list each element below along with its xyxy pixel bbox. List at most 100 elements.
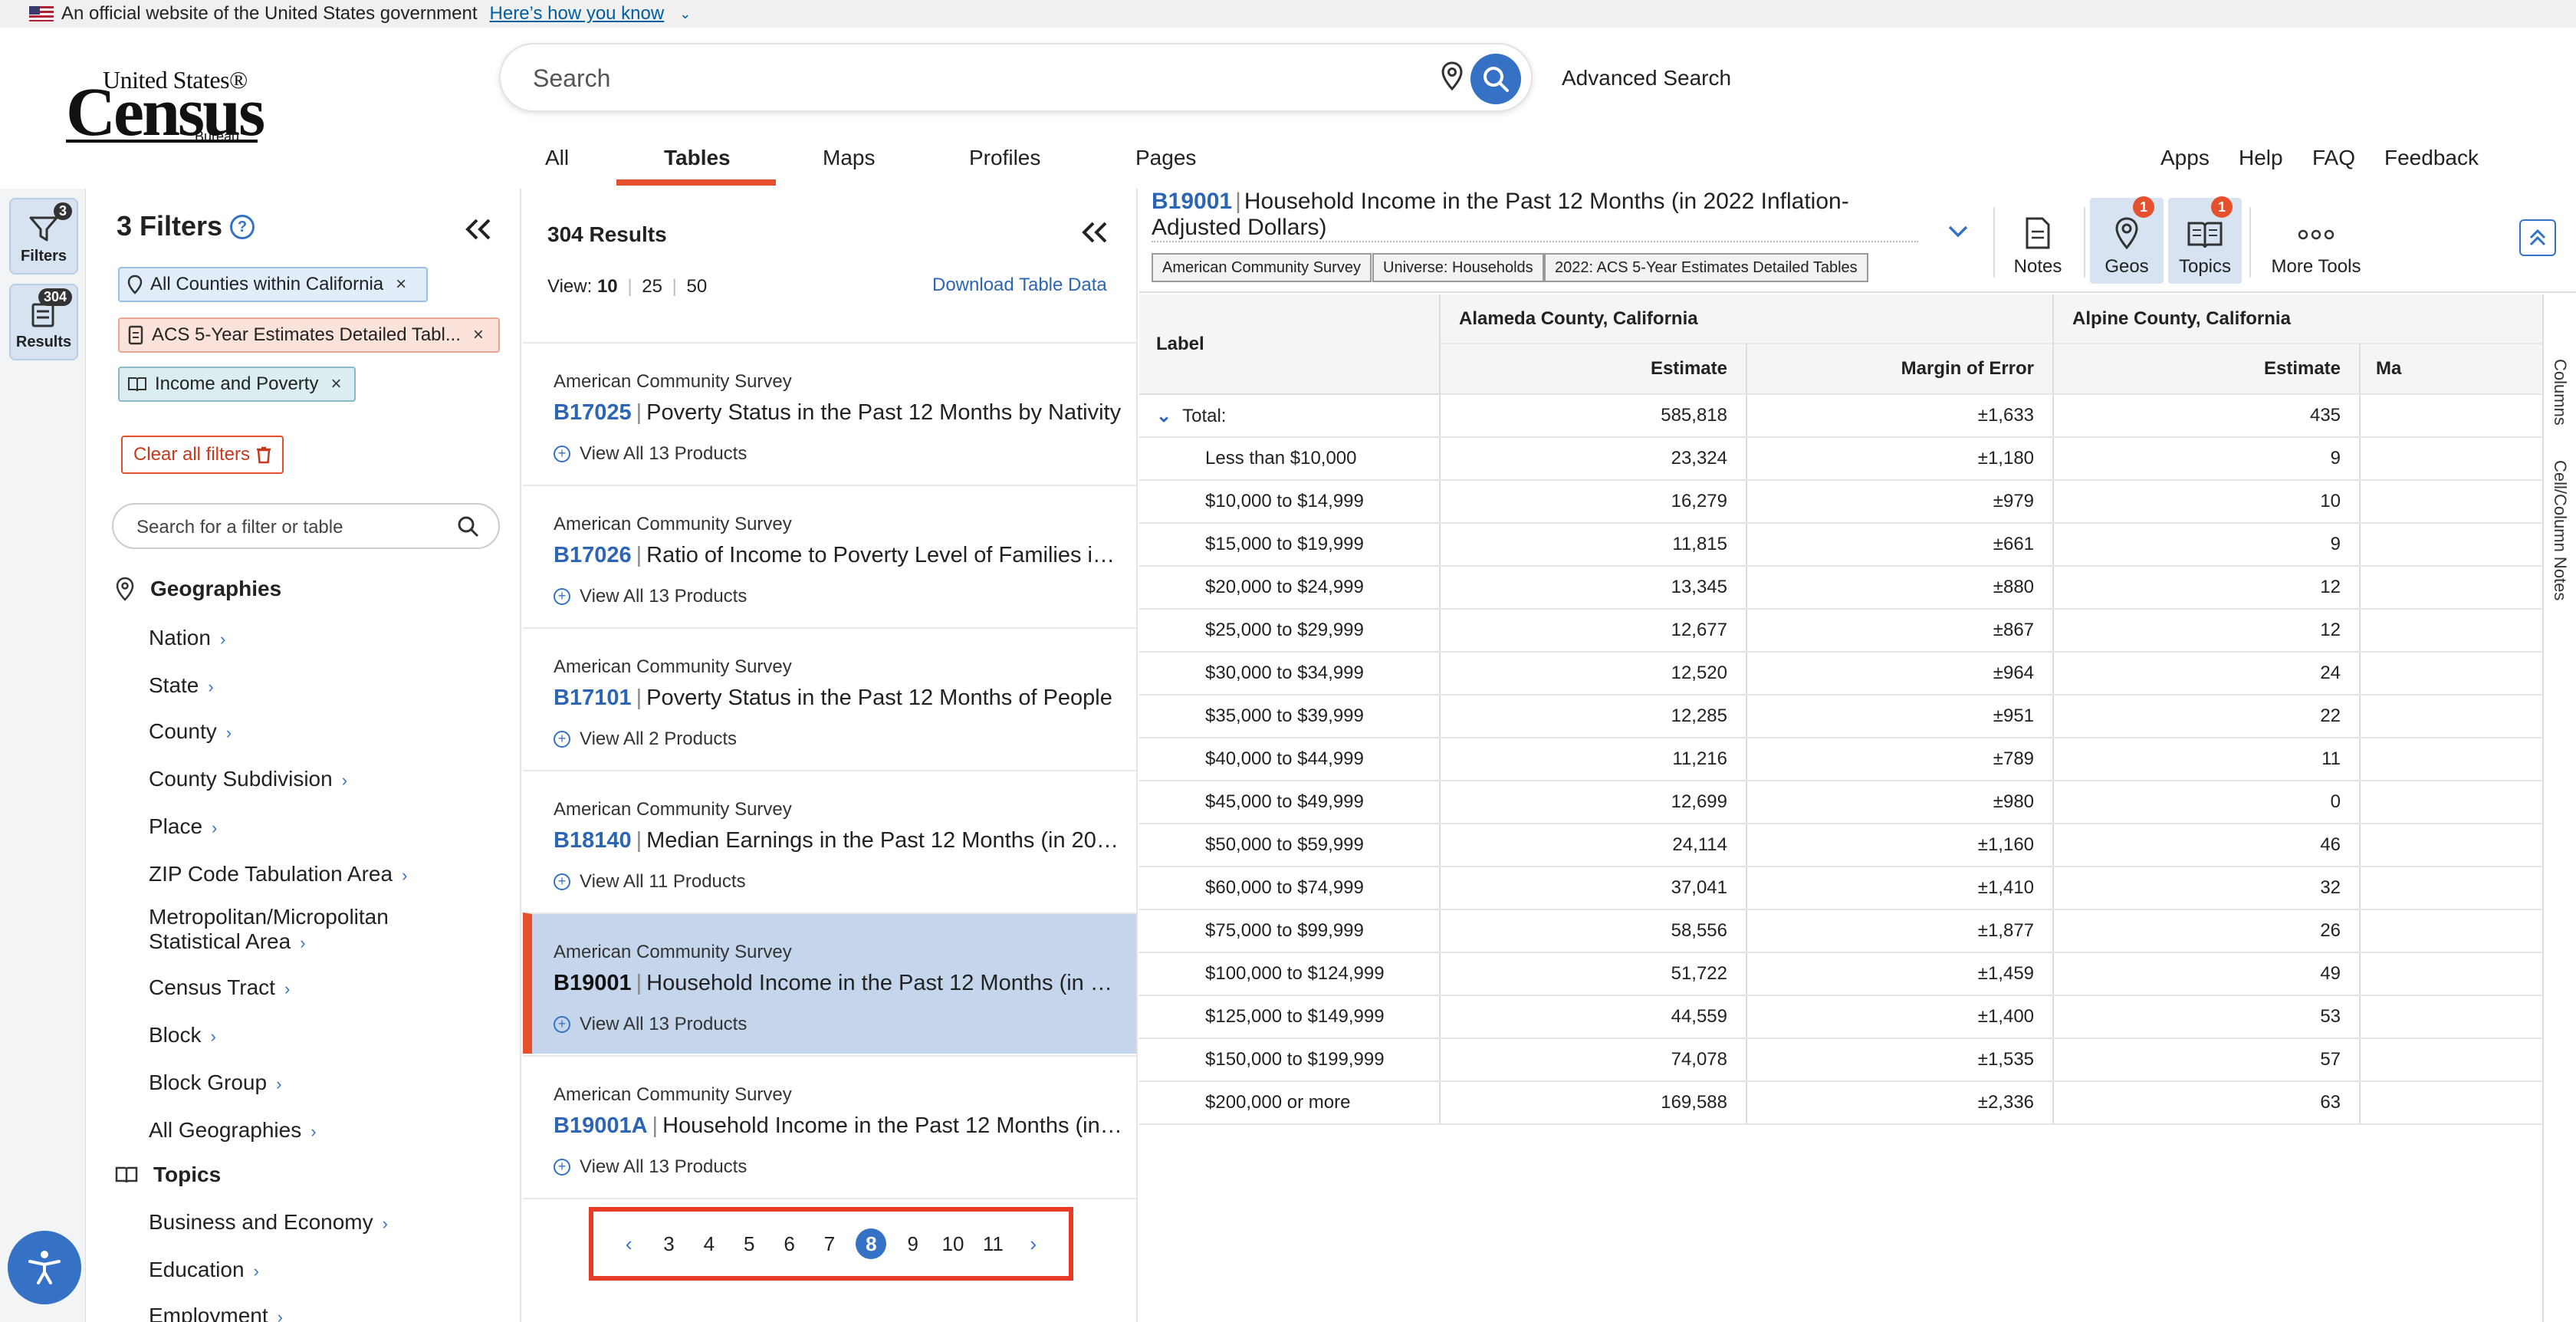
page-button-current[interactable]: 8 bbox=[856, 1228, 887, 1259]
table-cell[interactable]: 63 bbox=[2053, 1081, 2361, 1125]
table-cell[interactable]: ±1,160 bbox=[1746, 824, 2055, 867]
table-cell[interactable] bbox=[2360, 1081, 2543, 1125]
table-cell[interactable] bbox=[2360, 652, 2543, 696]
page-button[interactable]: 11 bbox=[979, 1232, 1007, 1256]
table-cell[interactable] bbox=[2360, 437, 2543, 481]
table-cell[interactable]: 23,324 bbox=[1440, 437, 1747, 481]
table-cell[interactable]: 12,285 bbox=[1440, 695, 1747, 738]
tab-pages[interactable]: Pages bbox=[1135, 146, 1196, 170]
collapse-row-icon[interactable]: ⌄ bbox=[1156, 405, 1171, 427]
table-cell[interactable]: ±979 bbox=[1746, 480, 2055, 524]
page-button[interactable]: 3 bbox=[656, 1232, 683, 1256]
tag-universe[interactable]: Universe: Households bbox=[1372, 253, 1544, 282]
table-cell[interactable] bbox=[2360, 909, 2543, 953]
page-button[interactable]: 5 bbox=[735, 1232, 763, 1256]
cell-column-notes-tab[interactable]: Cell/Column Notes bbox=[2550, 460, 2570, 600]
table-cell[interactable]: 51,722 bbox=[1440, 952, 1747, 996]
table-cell[interactable]: 12,699 bbox=[1440, 781, 1747, 824]
result-card[interactable]: American Community Survey B17025 | Poverty… bbox=[523, 342, 1136, 483]
table-cell[interactable]: 16,279 bbox=[1440, 480, 1747, 524]
table-cell[interactable]: 37,041 bbox=[1440, 867, 1747, 910]
table-cell[interactable]: ±1,400 bbox=[1746, 995, 2055, 1039]
geo-item-block[interactable]: Block › bbox=[149, 1023, 216, 1047]
remove-chip-icon[interactable]: × bbox=[330, 373, 341, 395]
page-button[interactable]: 4 bbox=[695, 1232, 723, 1256]
table-cell[interactable]: ±951 bbox=[1746, 695, 2055, 738]
filter-chip-topic[interactable]: Income and Poverty × bbox=[118, 367, 356, 402]
accessibility-button[interactable] bbox=[8, 1231, 81, 1304]
nav-feedback[interactable]: Feedback bbox=[2384, 146, 2479, 170]
table-cell[interactable]: ±1,633 bbox=[1746, 394, 2055, 438]
table-cell[interactable]: 26 bbox=[2053, 909, 2361, 953]
view-all-products-link[interactable]: + View All 13 Products bbox=[554, 586, 747, 607]
table-cell[interactable]: ±867 bbox=[1746, 609, 2055, 653]
table-cell[interactable]: 0 bbox=[2053, 781, 2361, 824]
table-cell[interactable] bbox=[2360, 867, 2543, 910]
view-all-products-link[interactable]: + View All 13 Products bbox=[554, 443, 747, 465]
geographies-heading[interactable]: Geographies bbox=[115, 577, 281, 601]
column-header[interactable]: Ma bbox=[2360, 344, 2543, 395]
label-header[interactable]: Label bbox=[1139, 294, 1441, 395]
topics-heading[interactable]: Topics bbox=[115, 1163, 221, 1187]
page-button[interactable]: 7 bbox=[816, 1232, 843, 1256]
nav-faq[interactable]: FAQ bbox=[2312, 146, 2355, 170]
table-cell[interactable]: 169,588 bbox=[1440, 1081, 1747, 1125]
table-cell[interactable]: 11,216 bbox=[1440, 738, 1747, 781]
table-cell[interactable]: 11,815 bbox=[1440, 523, 1747, 567]
geo-item-zcta[interactable]: ZIP Code Tabulation Area › bbox=[149, 862, 407, 886]
collapse-results-icon[interactable] bbox=[1081, 221, 1109, 244]
nav-apps[interactable]: Apps bbox=[2160, 146, 2210, 170]
table-cell[interactable]: 13,345 bbox=[1440, 566, 1747, 610]
geos-button[interactable]: 1 Geos bbox=[2090, 196, 2164, 284]
tag-vintage[interactable]: 2022: ACS 5-Year Estimates Detailed Tabl… bbox=[1544, 253, 1868, 282]
table-cell[interactable]: ±1,877 bbox=[1746, 909, 2055, 953]
geo-item-state[interactable]: State › bbox=[149, 673, 214, 698]
nav-help[interactable]: Help bbox=[2239, 146, 2283, 170]
remove-chip-icon[interactable]: × bbox=[396, 274, 406, 295]
table-cell[interactable]: 44,559 bbox=[1440, 995, 1747, 1039]
table-cell[interactable]: 49 bbox=[2053, 952, 2361, 996]
geo-item-nation[interactable]: Nation › bbox=[149, 626, 225, 650]
table-cell[interactable]: 12,677 bbox=[1440, 609, 1747, 653]
collapse-filters-icon[interactable] bbox=[465, 218, 492, 241]
table-cell[interactable] bbox=[2360, 1038, 2543, 1082]
location-pin-icon[interactable] bbox=[1441, 61, 1464, 92]
tab-profiles[interactable]: Profiles bbox=[969, 146, 1040, 170]
table-cell[interactable]: ±980 bbox=[1746, 781, 2055, 824]
filter-search-input[interactable]: Search for a filter or table bbox=[112, 503, 500, 549]
table-cell[interactable]: ±1,410 bbox=[1746, 867, 2055, 910]
geo-item-all-geographies[interactable]: All Geographies › bbox=[149, 1118, 317, 1143]
clear-all-filters-button[interactable]: Clear all filters bbox=[121, 436, 284, 474]
table-cell[interactable] bbox=[2360, 394, 2543, 438]
table-cell[interactable] bbox=[2360, 480, 2543, 524]
column-header[interactable]: Estimate bbox=[1440, 344, 1747, 395]
topic-item-employment[interactable]: Employment › bbox=[149, 1304, 283, 1322]
page-button[interactable]: 6 bbox=[776, 1232, 803, 1256]
geo-header[interactable]: Alameda County, California bbox=[1440, 294, 2055, 344]
table-cell[interactable]: 12,520 bbox=[1440, 652, 1747, 696]
table-cell[interactable]: 9 bbox=[2053, 523, 2361, 567]
view-option-25[interactable]: 25 bbox=[642, 276, 662, 297]
filter-chip-survey[interactable]: ACS 5-Year Estimates Detailed Tabl... × bbox=[118, 317, 500, 353]
table-cell[interactable]: ±1,535 bbox=[1746, 1038, 2055, 1082]
view-option-10[interactable]: 10 bbox=[597, 276, 618, 297]
columns-tab[interactable]: Columns bbox=[2550, 359, 2570, 426]
prev-page-button[interactable]: ‹ bbox=[615, 1232, 642, 1256]
tag-survey[interactable]: American Community Survey bbox=[1152, 253, 1372, 282]
topic-item-education[interactable]: Education › bbox=[149, 1258, 259, 1282]
notes-button[interactable]: Notes bbox=[2001, 198, 2075, 284]
table-cell[interactable]: 58,556 bbox=[1440, 909, 1747, 953]
expand-title-icon[interactable] bbox=[1947, 224, 1969, 239]
geo-item-block-group[interactable]: Block Group › bbox=[149, 1070, 281, 1095]
table-cell[interactable] bbox=[2360, 695, 2543, 738]
table-cell[interactable] bbox=[2360, 609, 2543, 653]
table-cell[interactable]: 74,078 bbox=[1440, 1038, 1747, 1082]
view-all-products-link[interactable]: + View All 11 Products bbox=[554, 871, 746, 893]
tab-all[interactable]: All bbox=[545, 146, 569, 170]
table-cell[interactable] bbox=[2360, 523, 2543, 567]
geo-item-metro-area[interactable]: Metropolitan/Micropolitan Statistical Are… bbox=[149, 905, 389, 955]
table-cell[interactable]: 24,114 bbox=[1440, 824, 1747, 867]
table-cell[interactable]: 57 bbox=[2053, 1038, 2361, 1082]
table-cell[interactable]: ±964 bbox=[1746, 652, 2055, 696]
geo-item-county[interactable]: County › bbox=[149, 719, 232, 744]
